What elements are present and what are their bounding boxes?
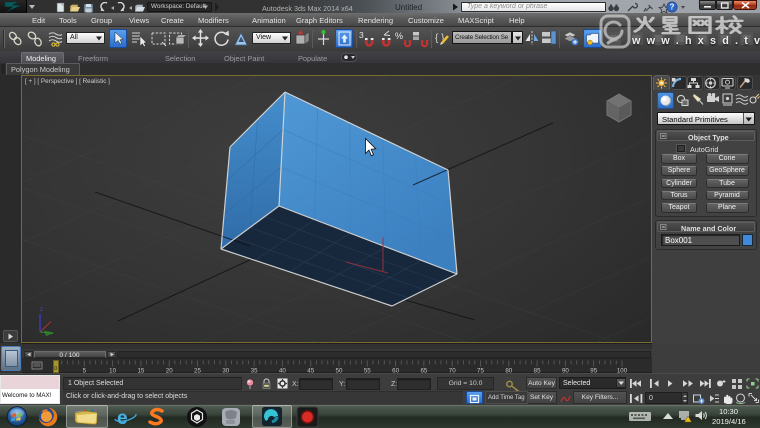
svg-text:z: z [40, 307, 43, 313]
svg-text:?: ? [670, 3, 675, 12]
svg-text:e: e [117, 408, 128, 428]
svg-text:3: 3 [359, 30, 364, 40]
svg-text:!: ! [691, 418, 693, 424]
svg-text:%: % [395, 31, 403, 41]
